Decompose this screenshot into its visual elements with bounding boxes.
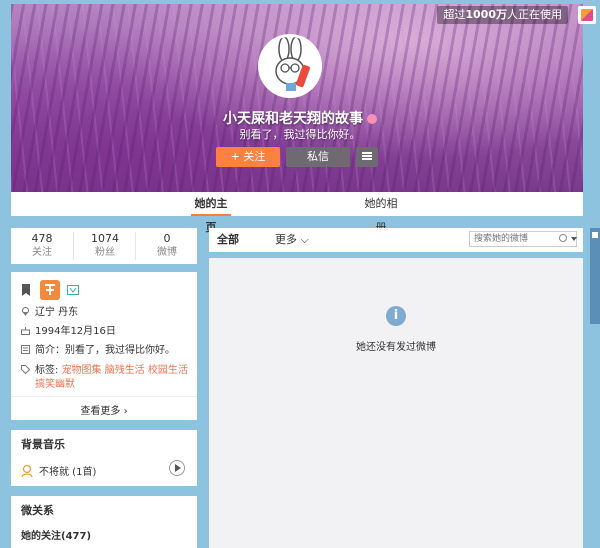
location-text: 辽宁 丹东 (35, 307, 79, 318)
empty-feed-text: 她还没有发过微博 (356, 342, 436, 353)
avatar[interactable] (258, 34, 322, 98)
chevron-down-icon[interactable] (571, 237, 577, 241)
profile-name: 小天屎和老天翔的故事 (0, 108, 600, 128)
stat-following[interactable]: 478 关注 (11, 232, 73, 260)
stat-posts[interactable]: 0 微博 (135, 232, 198, 260)
location-icon (22, 307, 29, 316)
tab-home[interactable]: 她的主页 (191, 192, 231, 234)
stat-followers-label: 粉丝 (95, 247, 115, 258)
music-track[interactable]: 不将就 (1首) (21, 463, 96, 478)
menu-button[interactable] (356, 147, 378, 167)
profile-tabs: 她的主页 她的相册 (11, 192, 583, 234)
info-panel: 辽宁 丹东 1994年12月16日 简介：别看了，我过得比你好。 标签: 宠物图… (11, 272, 197, 420)
intro-row: 简介：别看了，我过得比你好。 (21, 344, 175, 358)
intro-icon (21, 345, 30, 354)
rabbit-icon (261, 37, 319, 95)
feed-tab-more[interactable]: 更多 ⌵ (275, 228, 309, 252)
play-icon[interactable] (169, 460, 185, 476)
stat-followers[interactable]: 1074 粉丝 (73, 232, 136, 260)
stat-following-value: 478 (31, 232, 53, 245)
follow-button[interactable]: + 关注 (216, 147, 280, 167)
feed-toolbar: 全部 更多 ⌵ (209, 228, 583, 252)
profile-bio: 别看了，我过得比你好。 (239, 128, 361, 141)
birthday-text: 1994年12月16日 (35, 326, 116, 337)
female-icon (367, 114, 377, 124)
profile-name-text: 小天屎和老天翔的故事 (223, 111, 363, 127)
search-icon[interactable] (559, 234, 567, 242)
cake-icon (21, 327, 30, 335)
member-icon[interactable] (67, 285, 80, 295)
stat-followers-value: 1074 (91, 232, 119, 245)
tab-album[interactable]: 她的相册 (361, 192, 401, 234)
view-more-link[interactable]: 查看更多 › (11, 402, 197, 417)
usage-prefix: 超过 (443, 8, 466, 21)
music-panel: 背景音乐 不将就 (1首) (11, 430, 197, 486)
stat-posts-value: 0 (163, 232, 171, 245)
usage-suffix: 人正在使用 (507, 8, 562, 21)
feed-area: i 她还没有发过微博 (209, 258, 583, 548)
bookmark-icon (22, 284, 30, 296)
badge-row (21, 280, 80, 300)
tags-line-1[interactable]: 宠物图集 脑残生活 校园生活 (62, 365, 188, 376)
tags-line-2[interactable]: 搞笑幽默 (35, 378, 75, 392)
intro-text: 简介：别看了，我过得比你好。 (35, 345, 175, 356)
app-icon[interactable] (578, 6, 596, 24)
usage-badge: 超过1000万人正在使用 (437, 6, 568, 24)
birthday-row: 1994年12月16日 (21, 325, 116, 339)
stat-posts-label: 微博 (157, 247, 177, 258)
feed-tab-all[interactable]: 全部 (217, 228, 239, 252)
level-badge-icon[interactable] (40, 280, 61, 300)
side-float-tab[interactable] (590, 228, 600, 324)
listener-icon (21, 464, 33, 478)
message-button[interactable]: 私信 (286, 147, 350, 167)
music-track-text: 不将就 (1首) (39, 467, 97, 478)
stats-panel: 478 关注 1074 粉丝 0 微博 (11, 228, 197, 264)
info-icon: i (386, 306, 406, 326)
usage-count: 1000万 (465, 8, 507, 21)
tags-label: 标签: (35, 365, 59, 376)
following-link[interactable]: 她的关注(477) (21, 527, 91, 542)
tag-icon (21, 365, 30, 374)
tags-row: 标签: 宠物图集 脑残生活 校园生活 (21, 364, 188, 378)
stat-following-label: 关注 (32, 247, 52, 258)
info-divider (11, 396, 197, 397)
location-row: 辽宁 丹东 (21, 306, 78, 320)
music-title: 背景音乐 (21, 438, 65, 451)
menu-icon (362, 152, 372, 154)
relations-panel: 微关系 她的关注(477) (11, 496, 197, 548)
relations-title: 微关系 (21, 504, 54, 517)
